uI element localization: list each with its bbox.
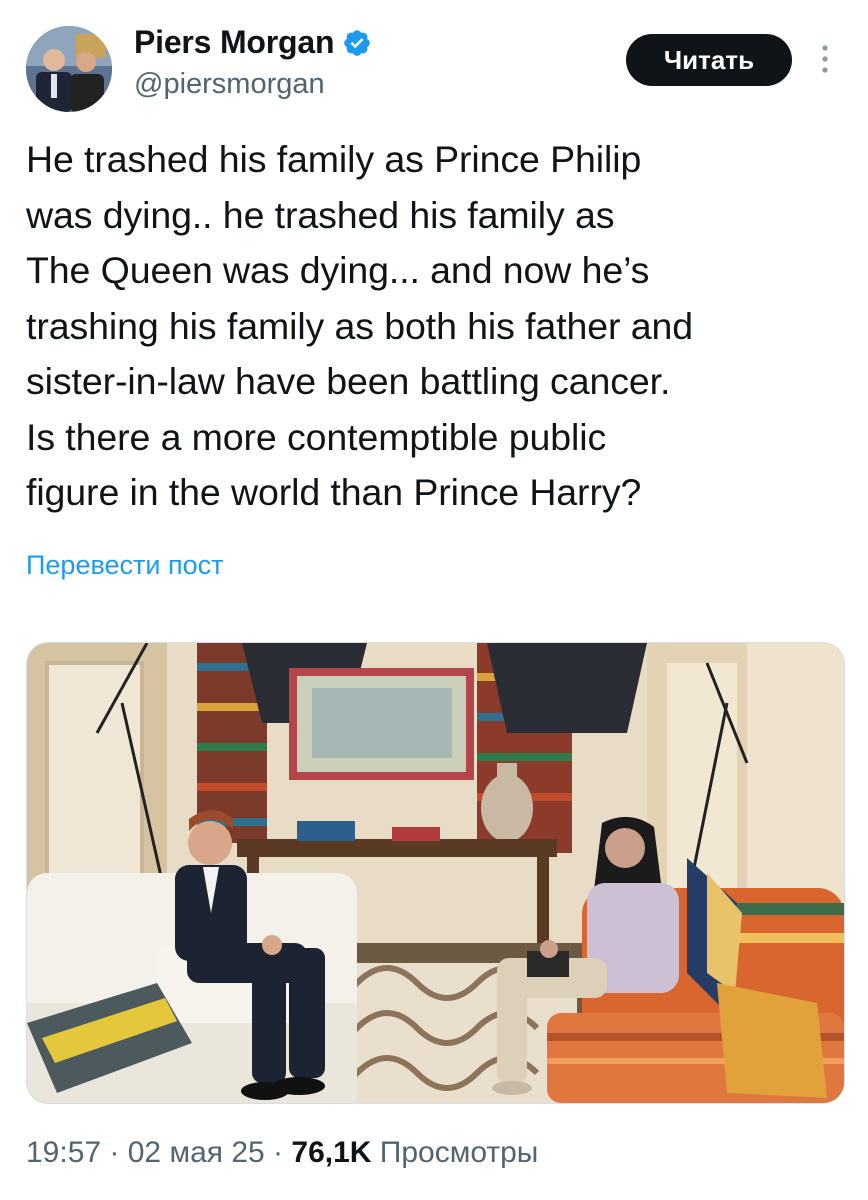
views-count[interactable]: 76,1K [291, 1136, 371, 1169]
tweet-date[interactable]: 02 мая 25 [128, 1136, 265, 1169]
tweet-line: figure in the world than Prince Harry? [26, 471, 642, 513]
tweet-line: trashing his family as both his father a… [26, 304, 693, 347]
avatar-photo [26, 26, 112, 112]
tweet-line: sister-in-law have been battling cancer. [26, 360, 671, 402]
author-name[interactable]: Piers Morgan [134, 24, 335, 61]
tweet-line: The Queen was dying... and now he’s [26, 249, 650, 291]
author-avatar[interactable] [26, 26, 112, 112]
tweet-time[interactable]: 19:57 [26, 1136, 101, 1169]
meta-separator: · [101, 1136, 128, 1169]
translate-post-link[interactable]: Перевести пост [26, 550, 223, 581]
tweet-text: He trashed his family as Prince Philip w… [26, 132, 856, 521]
more-vertical-icon[interactable] [814, 42, 836, 76]
interview-photo [27, 643, 844, 1103]
author-name-row: Piers Morgan [134, 24, 372, 61]
meta-separator: · [264, 1136, 292, 1169]
tweet-media-photo[interactable] [26, 642, 845, 1104]
tweet-meta: 19:57 · 02 мая 25 · 76,1K Просмотры [26, 1136, 538, 1170]
tweet-line: was dying.. he trashed his family as [26, 193, 615, 236]
follow-button[interactable]: Читать [626, 34, 792, 86]
views-label: Просмотры [371, 1136, 539, 1169]
verified-badge-icon [344, 29, 371, 56]
tweet-line: He trashed his family as Prince Philip [26, 138, 642, 180]
tweet-line: Is there a more contemptible public [26, 415, 607, 458]
author-handle[interactable]: @piersmorgan [134, 68, 325, 101]
